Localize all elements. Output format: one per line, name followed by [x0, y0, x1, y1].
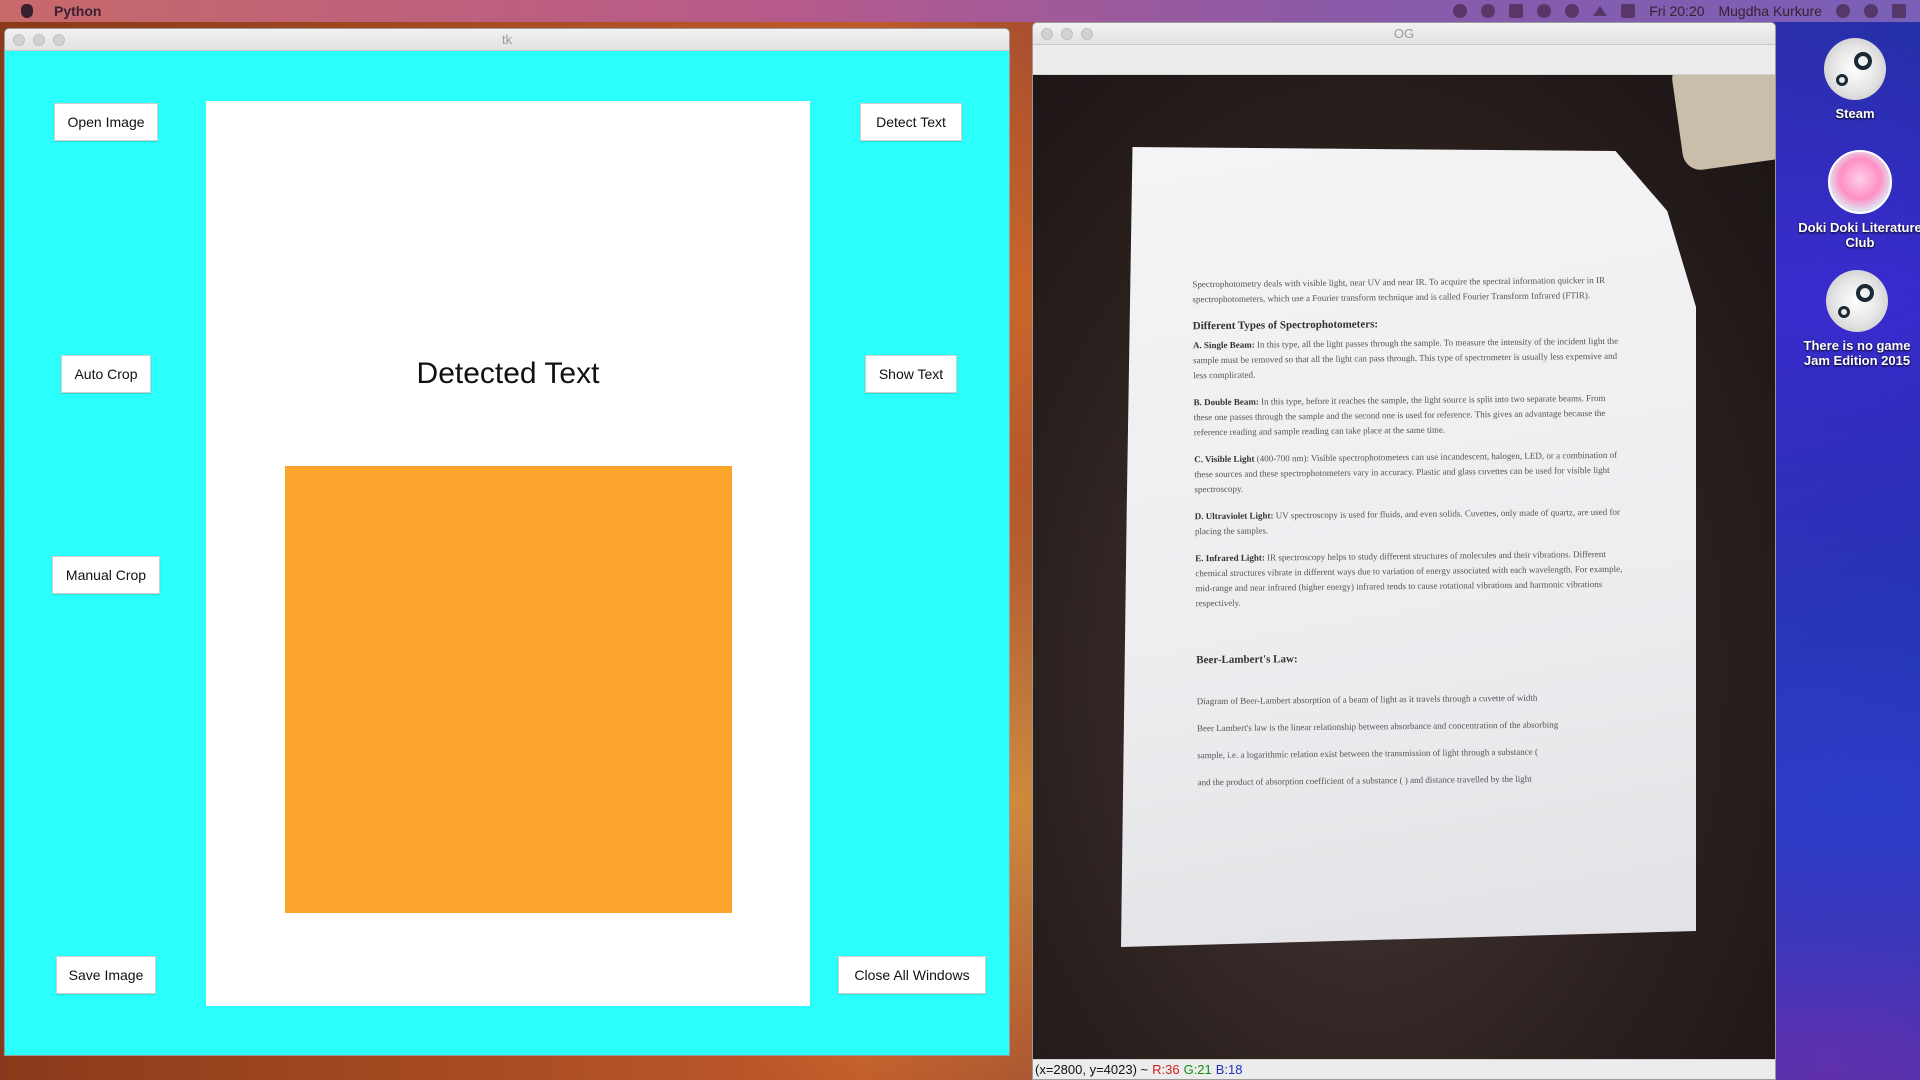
siri-icon[interactable]	[1864, 4, 1878, 18]
detect-text-button[interactable]: Detect Text	[860, 103, 962, 141]
apple-menu-icon[interactable]	[18, 0, 36, 22]
window-controls	[13, 34, 65, 46]
ddlc-icon	[1828, 150, 1892, 214]
pixel-coords: (x=2800, y=4023) ~	[1035, 1062, 1149, 1077]
spotlight-search-icon[interactable]	[1836, 4, 1850, 18]
doc-heading-beer: Beer-Lambert's Law:	[1196, 653, 1298, 667]
detected-text-heading: Detected Text	[416, 357, 600, 390]
menu-bar: Python Fri 20:20 Mugdha Kurkure	[0, 0, 1920, 22]
steam-icon	[1826, 270, 1888, 332]
doc-beer-3: sample, i.e. a logarithmic relation exis…	[1197, 746, 1538, 761]
wifi-icon[interactable]	[1565, 4, 1580, 18]
doc-beer-4: and the product of absorption coefficien…	[1197, 773, 1532, 788]
auto-crop-button[interactable]: Auto Crop	[61, 355, 151, 393]
tk-window: tk Open Image Auto Crop Manual Crop Save…	[4, 28, 1010, 1056]
doc-heading-types: Different Types of Spectrophotometers:	[1192, 318, 1379, 333]
doc-a-label: A. Single Beam:	[1192, 339, 1255, 351]
desktop-icon-label: There is no game Jam Edition 2015	[1803, 338, 1911, 368]
desktop-icon-no-game[interactable]: There is no game Jam Edition 2015	[1792, 270, 1920, 368]
pixel-blue-value: B:18	[1215, 1062, 1243, 1077]
save-image-button[interactable]: Save Image	[56, 956, 156, 994]
doc-a-text: In this type, all the light passes throu…	[1193, 335, 1619, 381]
document-text: Spectrophotometry deals with visible lig…	[1192, 273, 1627, 802]
minimize-window-icon[interactable]	[1061, 28, 1073, 40]
bluetooth-icon[interactable]	[1537, 4, 1552, 18]
doc-e-label: E. Infrared Light:	[1195, 552, 1265, 564]
tk-window-title: tk	[501, 32, 513, 47]
desktop-icon-label: Steam	[1835, 106, 1875, 121]
image-placeholder	[285, 466, 732, 913]
doc-beer-1: Diagram of Beer-Lambert absorption of a …	[1196, 692, 1538, 707]
pixel-status-bar: (x=2800, y=4023) ~ R:36 G:21 B:18	[1033, 1059, 1775, 1079]
show-text-button[interactable]: Show Text	[865, 355, 957, 393]
desktop-icon-steam[interactable]: Steam	[1790, 38, 1920, 121]
pixel-red-value: R:36	[1152, 1062, 1180, 1077]
input-source-icon[interactable]	[1621, 4, 1636, 18]
og-toolbar	[1033, 45, 1775, 75]
doc-c-label: C. Visible Light	[1194, 453, 1255, 465]
steam-icon	[1824, 38, 1886, 100]
close-window-icon[interactable]	[1041, 28, 1053, 40]
image-panel: Detected Text	[206, 101, 810, 1006]
record-icon[interactable]	[1453, 4, 1468, 18]
close-all-windows-button[interactable]: Close All Windows	[838, 956, 986, 994]
doc-c-text: (400-700 nm): Visible spectrophotometers…	[1194, 449, 1618, 495]
og-window: OG Spectrophotometry deals with visible …	[1032, 22, 1776, 1080]
airplay-icon[interactable]	[1509, 4, 1524, 18]
eject-icon[interactable]	[1593, 6, 1608, 16]
menubar-user[interactable]: Mugdha Kurkure	[1718, 3, 1822, 19]
close-window-icon[interactable]	[13, 34, 25, 46]
open-image-button[interactable]: Open Image	[54, 103, 158, 141]
desktop-icon-ddlc[interactable]: Doki Doki Literature Club	[1795, 150, 1920, 250]
sync-icon[interactable]	[1481, 4, 1496, 18]
doc-d-label: D. Ultraviolet Light:	[1194, 510, 1274, 522]
zoom-window-icon[interactable]	[1081, 28, 1093, 40]
document-photo: Spectrophotometry deals with visible lig…	[1121, 147, 1696, 947]
menubar-clock[interactable]: Fri 20:20	[1649, 3, 1704, 19]
doc-beer-2: Beer Lambert's law is the linear relatio…	[1196, 719, 1559, 734]
doc-intro: Spectrophotometry deals with visible lig…	[1192, 274, 1606, 305]
app-menu-python[interactable]: Python	[54, 3, 101, 19]
phone-photo-element	[1669, 75, 1775, 173]
og-window-title: OG	[1393, 26, 1415, 41]
window-controls	[1041, 28, 1093, 40]
minimize-window-icon[interactable]	[33, 34, 45, 46]
zoom-window-icon[interactable]	[53, 34, 65, 46]
pixel-green-value: G:21	[1183, 1062, 1212, 1077]
original-image-canvas[interactable]: Spectrophotometry deals with visible lig…	[1033, 75, 1775, 1061]
desktop-icon-label: Doki Doki Literature Club	[1798, 220, 1920, 250]
status-area: Fri 20:20 Mugdha Kurkure	[1453, 3, 1920, 19]
doc-b-label: B. Double Beam:	[1193, 396, 1259, 408]
manual-crop-button[interactable]: Manual Crop	[52, 556, 160, 594]
og-titlebar[interactable]: OG	[1033, 23, 1775, 45]
notification-center-icon[interactable]	[1892, 4, 1906, 18]
tk-titlebar[interactable]: tk	[5, 29, 1009, 51]
